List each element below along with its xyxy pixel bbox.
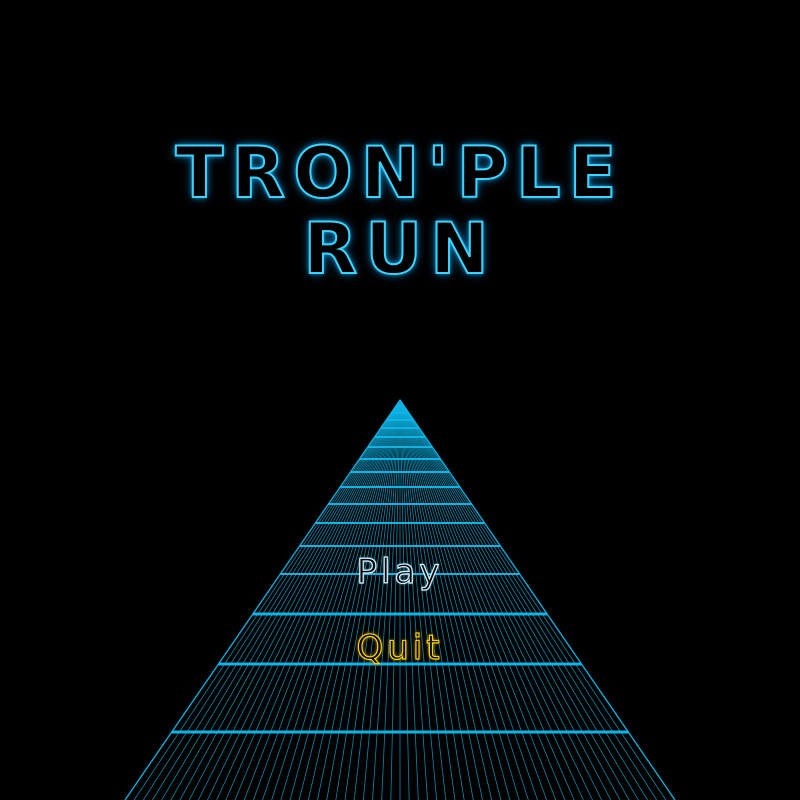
game-screen: TRON'PLE RUN Play Quit bbox=[0, 0, 800, 800]
game-title-line-2: RUN bbox=[302, 207, 497, 291]
play-button[interactable]: Play bbox=[0, 551, 800, 592]
neon-grid-track bbox=[124, 399, 676, 800]
track-grid-lines bbox=[124, 399, 676, 800]
quit-button[interactable]: Quit bbox=[0, 627, 800, 668]
game-title-line-1: TRON'PLE bbox=[175, 131, 625, 215]
